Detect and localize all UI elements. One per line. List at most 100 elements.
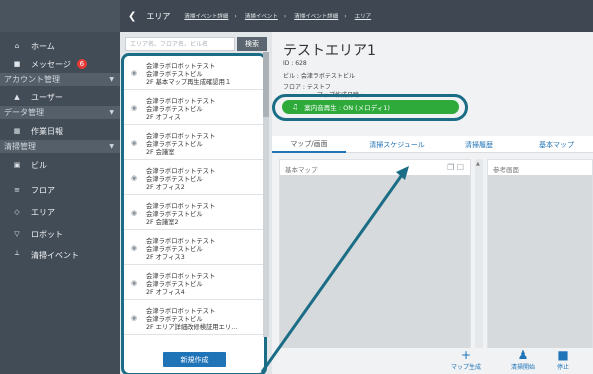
area-list: ◉ 会津ラボロボットテスト 会津ラボテストビル 2F 基本マップ再生成確認用１ …	[121, 53, 267, 374]
scrollbar-thumb[interactable]	[263, 52, 269, 117]
sidebar-item-cleaning-event[interactable]: ┴ 清掃イベント	[0, 247, 120, 263]
breadcrumb-link[interactable]: 清掃イベント詳細	[184, 12, 228, 20]
eye-icon: ◉	[131, 244, 138, 252]
report-icon: ▦	[13, 127, 21, 135]
panel-tools-icon[interactable]: ❐ ☐	[447, 163, 464, 172]
list-item[interactable]: ◉ 会津ラボロボットテスト 会津ラボテストビル 2F 会議室	[124, 126, 264, 160]
action-bar	[272, 348, 593, 374]
user-icon: ▲	[14, 93, 20, 101]
tab-cleaning-schedule[interactable]: 清掃スケジュール	[352, 136, 442, 153]
tab-base-map[interactable]: 基本マップ	[520, 136, 593, 153]
section-label: データ管理	[4, 108, 44, 117]
sidebar-item-label: メッセージ	[31, 59, 71, 69]
search-button[interactable]: 検索	[237, 37, 267, 51]
sidebar-item-label: ホーム	[31, 41, 55, 51]
action-label: マップ生成	[451, 364, 482, 371]
sidebar-section-data[interactable]: データ管理 ▼	[0, 106, 120, 119]
top-bar: ❮ エリア 清掃イベント詳細 › 清掃イベント › 清掃イベント詳細 › エリア	[120, 0, 593, 32]
eye-icon: ◉	[131, 174, 138, 182]
sidebar-item-floor[interactable]: ≡ フロア	[0, 182, 120, 198]
robot-icon: ▽	[14, 230, 20, 238]
item-area: 2F オフィス2	[146, 184, 185, 191]
map-canvas[interactable]	[280, 175, 470, 356]
scroll-up-icon[interactable]: ▲	[476, 161, 480, 167]
sidebar-item-messages[interactable]: ■ メッセージ 6	[0, 56, 120, 72]
cleaning-start-icon: ♟	[517, 348, 529, 362]
list-item[interactable]: ◉ 会津ラボロボットテスト 会津ラボテストビル 2F 会議室2	[124, 196, 264, 230]
list-item[interactable]: ◉ 会津ラボロボットテスト 会津ラボテストビル 2F オフィス3	[124, 231, 264, 265]
tab-map-screen[interactable]: マップ/画面	[272, 136, 346, 153]
sidebar-item-work-report[interactable]: ▦ 作業日報	[0, 123, 120, 139]
sidebar-section-account[interactable]: アカウント管理 ▼	[0, 73, 120, 86]
chevron-down-icon: ▼	[109, 109, 114, 116]
page-heading: エリア	[146, 11, 171, 21]
base-map-panel: 基本マップ ❐ ☐	[279, 159, 471, 357]
sidebar-section-cleaning[interactable]: 清掃管理 ▼	[0, 140, 120, 153]
sidebar-item-robot[interactable]: ▽ ロボット	[0, 226, 120, 242]
sidebar-item-label: ユーザー	[31, 92, 63, 102]
area-building: ビル : 会津ラボテストビル	[283, 73, 355, 80]
chevron-down-icon: ▼	[109, 76, 114, 83]
search-input[interactable]	[125, 37, 235, 51]
sidebar-item-label: ビル	[31, 160, 47, 170]
floor-icon: ≡	[14, 186, 20, 194]
back-arrow-icon[interactable]: ❮	[128, 11, 136, 22]
stop-icon: ■	[557, 348, 569, 362]
eye-icon: ◉	[131, 104, 138, 112]
annotation-highlight-ring	[272, 94, 468, 121]
tab-cleaning-history[interactable]: 清掃履歴	[448, 136, 510, 153]
breadcrumb-separator: ›	[283, 12, 287, 20]
sidebar-item-label: 作業日報	[31, 126, 63, 136]
eye-icon: ◉	[131, 279, 138, 287]
breadcrumb-separator: ›	[234, 12, 237, 20]
item-area: 2F 会議室2	[146, 219, 179, 226]
list-item[interactable]: ◉ 会津ラボロボットテスト 会津ラボテストビル 2F エリア詳細改修検証用エリ.…	[124, 301, 264, 335]
breadcrumb-link[interactable]: 清掃イベント	[245, 12, 278, 20]
item-area: 2F 基本マップ再生成確認用１	[146, 79, 232, 86]
sidebar-item-users[interactable]: ▲ ユーザー	[0, 89, 120, 105]
item-area: 2F オフィス	[146, 114, 181, 121]
list-item[interactable]: ◉ 会津ラボロボットテスト 会津ラボテストビル 2F オフィス2	[124, 161, 264, 195]
panel-title: 基本マップ	[285, 166, 318, 174]
item-area: 2F オフィス4	[146, 289, 185, 296]
section-label: アカウント管理	[4, 75, 60, 84]
stop-button[interactable]: ■ 停止	[557, 348, 569, 371]
map-scrollbar[interactable]: ▲ ▼	[475, 159, 483, 357]
sidebar-item-area[interactable]: ◇ エリア	[0, 204, 120, 220]
area-id: ID : 628	[283, 60, 307, 67]
page-title: テストエリア1	[283, 43, 376, 59]
building-icon: ▣	[13, 161, 21, 169]
item-area: 2F オフィス3	[146, 254, 185, 261]
new-area-button[interactable]: 新規作成	[163, 352, 226, 367]
sidebar-item-building[interactable]: ▣ ビル	[0, 157, 120, 173]
breadcrumb-link[interactable]: 清掃イベント詳細	[294, 12, 338, 20]
area-icon: ◇	[14, 208, 20, 216]
sidebar-item-label: ロボット	[31, 229, 63, 239]
generate-map-button[interactable]: + マップ生成	[451, 348, 481, 371]
list-item[interactable]: ◉ 会津ラボロボットテスト 会津ラボテストビル 2F 基本マップ再生成確認用１	[124, 56, 264, 90]
list-item[interactable]: ◉ 会津ラボロボットテスト 会津ラボテストビル 2F オフィス4	[124, 266, 264, 300]
chevron-down-icon: ▼	[109, 143, 114, 150]
sidebar-item-label: 清掃イベント	[31, 250, 79, 260]
home-icon: ⌂	[14, 42, 20, 50]
eye-icon: ◉	[131, 139, 138, 147]
item-area: 2F エリア詳細改修検証用エリ...	[146, 324, 238, 331]
sidebar-item-label: フロア	[31, 185, 55, 195]
list-scrollbar[interactable]	[263, 52, 269, 337]
plus-icon: +	[460, 348, 472, 362]
sidebar-item-label: エリア	[31, 207, 55, 217]
start-cleaning-button[interactable]: ♟ 清掃開始	[511, 348, 535, 371]
section-label: 清掃管理	[4, 142, 36, 151]
list-item[interactable]: ◉ 会津ラボロボットテスト 会津ラボテストビル 2F オフィス	[124, 91, 264, 125]
area-list-column: 検索 ◉ 会津ラボロボットテスト 会津ラボテストビル 2F 基本マップ再生成確認…	[120, 32, 272, 374]
breadcrumb-link[interactable]: エリア	[355, 12, 372, 20]
sidebar-header	[0, 0, 120, 32]
panel-title: 参考画面	[493, 166, 519, 174]
eye-icon: ◉	[131, 314, 138, 322]
message-count-badge: 6	[76, 59, 87, 69]
sidebar-item-home[interactable]: ⌂ ホーム	[0, 38, 120, 54]
action-label: 清掃開始	[511, 364, 536, 371]
reference-canvas[interactable]	[488, 175, 592, 356]
message-icon: ■	[13, 60, 21, 68]
breadcrumb-separator: ›	[344, 12, 347, 20]
